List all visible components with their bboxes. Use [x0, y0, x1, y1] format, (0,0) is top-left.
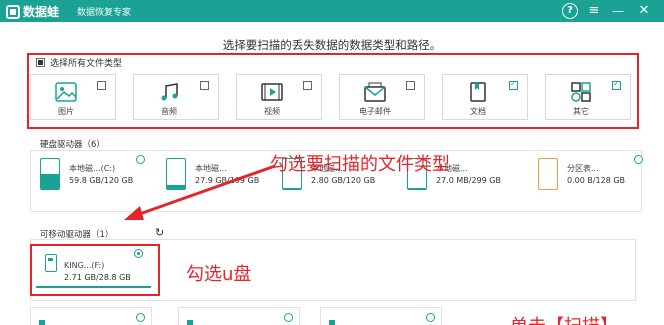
usb-radio-selected[interactable]: [134, 249, 143, 258]
image-checkbox[interactable]: [97, 81, 106, 90]
drive-name: 分区表...: [567, 164, 599, 173]
logo-icon: [6, 4, 20, 19]
page-headline: 选择要扫描的丢失数据的数据类型和路径。: [222, 38, 442, 52]
title-bar: 数据蛙 数据恢复专家 ? ≡ — ✕: [0, 0, 664, 22]
select-all-label: 选择所有文件类型: [50, 59, 123, 69]
video-icon: [261, 83, 283, 101]
card-marker: [187, 320, 193, 325]
bottom-card[interactable]: [178, 307, 300, 325]
usb-size: 2.71 GB/28.8 GB: [64, 273, 131, 282]
hard-drive-item[interactable]: 分区表... 0.00 B/128 GB: [528, 155, 646, 199]
document-icon: [470, 82, 486, 102]
other-checkbox[interactable]: [612, 79, 621, 90]
drive-radio[interactable]: [634, 155, 643, 164]
file-type-label: 图片: [58, 107, 74, 116]
file-type-label: 电子邮件: [359, 107, 391, 116]
email-checkbox[interactable]: [406, 81, 415, 90]
drive-size: 27.0 MB/299 GB: [436, 176, 501, 185]
minimize-button[interactable]: —: [610, 3, 626, 19]
file-type-label: 文档: [470, 107, 486, 116]
hard-drive-section-label: 硬盘驱动器（6）: [40, 140, 105, 150]
file-type-audio[interactable]: 音频: [133, 74, 219, 120]
audio-checkbox[interactable]: [200, 81, 209, 90]
other-icon: [571, 82, 591, 102]
drive-icon: [538, 158, 558, 190]
usb-name: KING...(F:): [64, 261, 105, 270]
drive-size: 0.00 B/128 GB: [567, 176, 626, 185]
menu-button[interactable]: ≡: [586, 3, 602, 19]
file-type-label: 视频: [264, 107, 280, 116]
card-radio[interactable]: [284, 313, 293, 322]
file-type-label: 其它: [573, 107, 589, 116]
file-type-label: 音频: [161, 107, 177, 116]
drive-size: 2.80 GB/120 GB: [311, 176, 376, 185]
usb-icon: [45, 254, 57, 272]
scan-hint: 单击【扫描】: [510, 312, 618, 325]
image-icon: [55, 82, 77, 102]
bottom-card[interactable]: [30, 307, 152, 325]
file-type-email[interactable]: 电子邮件: [339, 74, 425, 120]
app-name: 数据蛙: [23, 5, 60, 19]
select-all-row[interactable]: 选择所有文件类型: [36, 56, 122, 69]
card-radio[interactable]: [426, 313, 435, 322]
refresh-icon[interactable]: ↻: [155, 226, 164, 239]
card-marker: [329, 320, 335, 325]
drive-name: 本地磁...(C:): [69, 164, 116, 173]
email-icon: [364, 82, 386, 102]
select-all-checkbox[interactable]: [36, 58, 45, 67]
usb-usage-bar: [36, 286, 151, 288]
card-radio[interactable]: [136, 313, 145, 322]
bottom-card[interactable]: [320, 307, 442, 325]
close-button[interactable]: ✕: [636, 3, 652, 19]
usb-hint: 勾选u盘: [186, 264, 252, 285]
file-type-image[interactable]: 图片: [30, 74, 116, 120]
app-subtitle: 数据恢复专家: [77, 8, 132, 18]
help-button[interactable]: ?: [562, 3, 578, 19]
file-type-document[interactable]: 文档: [442, 74, 528, 120]
arrow-annotation: [124, 164, 276, 220]
file-type-hint: 勾选要扫描的文件类型: [270, 154, 450, 175]
document-checkbox[interactable]: [509, 79, 518, 90]
file-type-video[interactable]: 视频: [236, 74, 322, 120]
usb-drive-item[interactable]: KING...(F:) 2.71 GB/28.8 GB: [30, 244, 160, 296]
music-icon: [161, 83, 178, 101]
drive-icon: [40, 158, 60, 190]
app-logo: 数据蛙: [6, 3, 59, 20]
video-checkbox[interactable]: [303, 81, 312, 90]
file-type-other[interactable]: 其它: [545, 74, 631, 120]
card-marker: [39, 320, 45, 325]
